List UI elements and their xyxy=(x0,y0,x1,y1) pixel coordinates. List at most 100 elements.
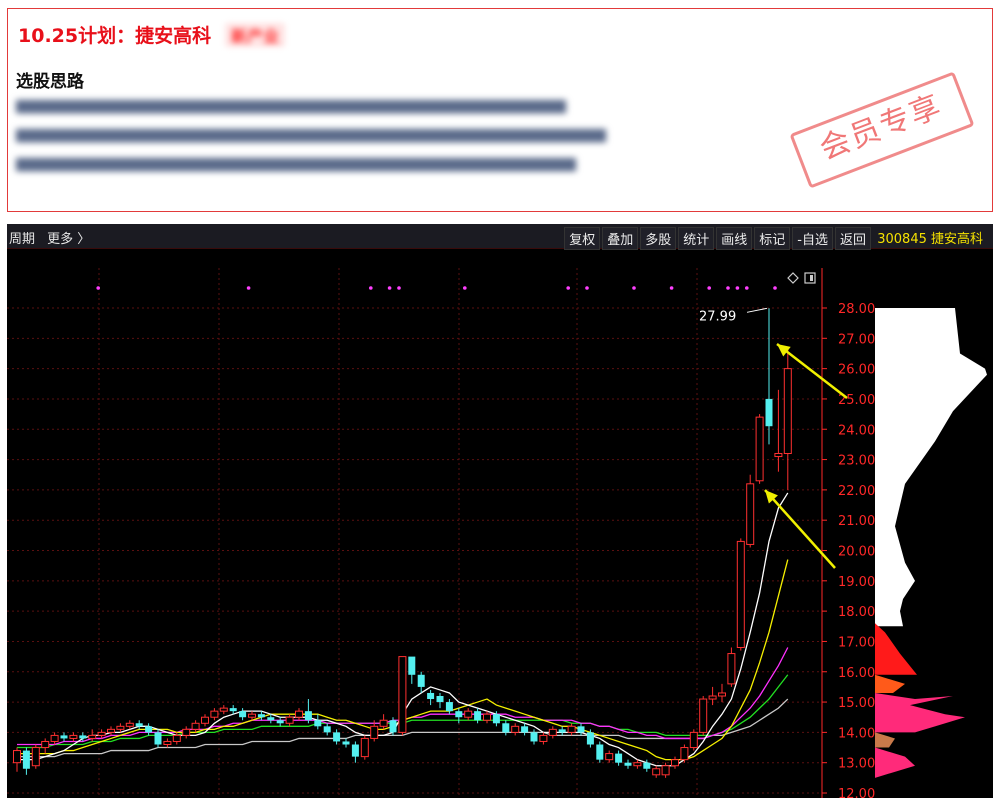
candle-body xyxy=(191,722,200,730)
period-menu[interactable]: 周期 xyxy=(9,232,35,247)
axis-tick-label: 26.00 xyxy=(838,363,875,378)
candle-body xyxy=(464,710,473,718)
candle-body xyxy=(783,368,792,454)
candle-body xyxy=(445,702,453,712)
profile-band xyxy=(875,674,905,693)
candle-body xyxy=(671,759,679,767)
plan-title-text: 10.25计划：捷安高科 xyxy=(18,25,212,47)
event-dot xyxy=(726,286,730,290)
remove-watchlist-button[interactable]: -自选 xyxy=(792,227,833,250)
axis-tick-label: 20.00 xyxy=(838,545,875,560)
candle-body xyxy=(41,740,50,749)
axis-tick-label: 18.00 xyxy=(838,605,875,620)
event-dot xyxy=(387,286,392,290)
axis-tick-label: 15.00 xyxy=(838,696,875,711)
candle-body xyxy=(201,716,209,724)
plan-card: 10.25计划：捷安高科 新产业 选股思路 ▇▇▇▇▇▇▇▇▇▇▇▇▇▇▇▇▇▇▇… xyxy=(7,8,993,212)
stock-code-name: 300845 捷安高科 xyxy=(877,232,983,247)
plan-badge: 新产业 xyxy=(225,23,286,47)
event-dot xyxy=(669,286,674,290)
event-dot xyxy=(96,286,100,290)
candle-body xyxy=(605,753,614,761)
candle-body xyxy=(163,740,172,745)
draw-line-button[interactable]: 画线 xyxy=(716,227,753,250)
candle-body xyxy=(276,720,284,724)
candle-body xyxy=(304,711,312,721)
candle-body xyxy=(755,416,764,482)
candle-body xyxy=(567,725,576,733)
candle-body xyxy=(154,732,162,745)
candle-body xyxy=(145,726,153,733)
candle-body xyxy=(295,710,303,718)
candle-body xyxy=(248,713,256,718)
diamond-icon[interactable] xyxy=(787,272,799,284)
event-dot xyxy=(246,286,251,290)
candlestick-chart[interactable]: 28.0027.0026.0025.0024.0023.0022.0021.00… xyxy=(7,248,993,798)
candle-body xyxy=(539,734,548,742)
section-title: 选股思路 xyxy=(16,72,84,92)
candle-body xyxy=(285,716,294,724)
event-dot xyxy=(745,286,749,290)
profile-band xyxy=(875,732,895,748)
candle-body xyxy=(398,656,407,733)
event-dot xyxy=(632,286,636,290)
candle-body xyxy=(615,753,623,763)
candle-body xyxy=(521,726,529,733)
candle-body xyxy=(483,713,491,721)
axis-tick-label: 28.00 xyxy=(838,302,875,317)
panel-toggle-icon-inner xyxy=(810,275,813,281)
profile-upper xyxy=(875,308,987,627)
candle-body xyxy=(182,728,191,736)
candle-body xyxy=(60,735,68,739)
axis-tick-label: 27.00 xyxy=(838,332,875,347)
candle-body xyxy=(736,540,745,648)
top-icons xyxy=(787,272,816,284)
axis-tick-label: 23.00 xyxy=(838,454,875,469)
candle-body xyxy=(727,653,736,685)
candle-body xyxy=(765,398,773,427)
axis-tick-label: 21.00 xyxy=(838,514,875,529)
candle-body xyxy=(323,726,331,733)
candle-body xyxy=(88,734,97,739)
high-price-label: 27.99 xyxy=(699,309,736,324)
candle-body xyxy=(342,741,350,745)
event-dot xyxy=(735,286,740,290)
axis-tick-label: 22.00 xyxy=(838,484,875,499)
overlay-button[interactable]: 叠加 xyxy=(602,227,639,250)
candle-body xyxy=(333,732,341,742)
axis-tick-label: 16.00 xyxy=(838,666,875,681)
event-dot xyxy=(585,286,589,290)
more-menu[interactable]: 更多 〉 xyxy=(47,232,90,247)
candle-body xyxy=(370,725,379,739)
candle-body xyxy=(351,744,359,757)
profile-band xyxy=(875,747,915,778)
candle-body xyxy=(360,737,369,758)
candle-body xyxy=(492,714,500,724)
candle-body xyxy=(708,695,717,700)
candle-body xyxy=(718,692,726,697)
statistics-button[interactable]: 统计 xyxy=(678,227,715,250)
candles xyxy=(13,308,792,778)
candle-body xyxy=(548,728,557,736)
candle-body xyxy=(596,744,604,760)
candle-body xyxy=(652,768,661,776)
axis-tick-label: 17.00 xyxy=(838,635,875,650)
restore-rights-button[interactable]: 复权 xyxy=(564,227,601,250)
event-dot xyxy=(369,286,373,290)
candle-body xyxy=(125,722,134,727)
mark-button[interactable]: 标记 xyxy=(754,227,791,250)
candle-body xyxy=(107,728,115,733)
candle-body xyxy=(239,711,247,718)
candle-body xyxy=(257,714,265,718)
back-button[interactable]: 返回 xyxy=(834,227,871,250)
volume-profile xyxy=(875,308,987,778)
high-leader xyxy=(746,307,768,313)
candle-body xyxy=(624,762,632,766)
candle-body xyxy=(689,731,698,749)
profile-band xyxy=(875,623,917,675)
chart-toolbar: 周期 更多 〉 复权 叠加 多股 统计 画线 标记 -自选 返回 300845 … xyxy=(7,224,993,250)
toolbar-buttons: 复权 叠加 多股 统计 画线 标记 -自选 返回 xyxy=(562,227,871,250)
multi-stock-button[interactable]: 多股 xyxy=(640,227,677,250)
candle-body xyxy=(267,717,275,721)
event-dot xyxy=(707,286,711,290)
